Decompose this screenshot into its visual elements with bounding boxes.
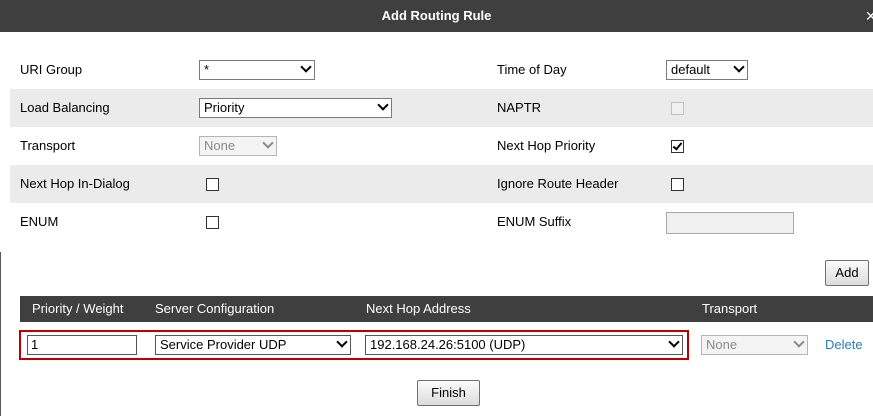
form-row-uri-group: URI Group * Time of Day default [10, 51, 873, 89]
chevron-down-icon [377, 99, 389, 111]
next-hop-in-dialog-checkbox[interactable] [206, 178, 219, 191]
next-hop-table-header: Priority / Weight Server Configuration N… [20, 296, 873, 322]
uri-group-select[interactable]: * [199, 60, 315, 80]
time-of-day-label: Time of Day [497, 62, 567, 77]
enum-suffix-label: ENUM Suffix [497, 214, 572, 229]
form-row-enum: ENUM ENUM Suffix [10, 203, 873, 241]
naptr-checkbox[interactable] [671, 102, 684, 115]
finish-button[interactable]: Finish [417, 380, 480, 406]
chevron-down-icon [262, 137, 274, 149]
priority-weight-input[interactable]: 1 [27, 335, 137, 355]
form-row-next-hop-in-dialog: Next Hop In-Dialog Ignore Route Header [10, 165, 873, 203]
uri-group-label: URI Group [20, 62, 83, 77]
load-balancing-select[interactable]: Priority [199, 98, 392, 118]
server-configuration-value: Service Provider UDP [160, 337, 287, 352]
header-priority-weight: Priority / Weight [32, 301, 124, 316]
enum-label: ENUM [20, 214, 59, 229]
row-transport-select[interactable]: None [701, 335, 808, 355]
delete-link[interactable]: Delete [825, 337, 863, 352]
routing-rule-form: URI Group * Time of Day default Load Bal… [0, 32, 873, 252]
form-row-transport: Transport None Next Hop Priority [10, 127, 873, 165]
form-row-load-balancing: Load Balancing Priority NAPTR [10, 89, 873, 127]
header-server-configuration: Server Configuration [155, 301, 275, 316]
time-of-day-select[interactable]: default [666, 60, 748, 80]
dialog-title: Add Routing Rule [381, 8, 492, 23]
enum-checkbox[interactable] [206, 216, 219, 229]
next-hop-priority-label: Next Hop Priority [497, 138, 596, 153]
transport-value: None [204, 138, 236, 153]
header-transport: Transport [702, 301, 758, 316]
chevron-down-icon [336, 336, 348, 348]
next-hop-address-value: 192.168.24.26:5100 (UDP) [370, 337, 526, 352]
dialog-title-bar: Add Routing Rule ✕ [0, 0, 873, 32]
checkmark-icon [672, 140, 683, 151]
row-transport-value: None [706, 337, 738, 352]
server-configuration-select[interactable]: Service Provider UDP [155, 335, 351, 355]
add-button[interactable]: Add [825, 260, 869, 286]
header-next-hop-address: Next Hop Address [366, 301, 471, 316]
chevron-down-icon [793, 336, 805, 348]
next-hop-priority-checkbox[interactable] [671, 140, 684, 153]
ignore-route-header-label: Ignore Route Header [497, 176, 619, 191]
time-of-day-value: default [671, 62, 711, 77]
chevron-down-icon [300, 61, 312, 73]
close-icon[interactable]: ✕ [865, 0, 873, 32]
transport-label: Transport [20, 138, 76, 153]
next-hop-address-select[interactable]: 192.168.24.26:5100 (UDP) [365, 335, 683, 355]
chevron-down-icon [733, 61, 745, 73]
ignore-route-header-checkbox[interactable] [671, 178, 684, 191]
enum-suffix-input[interactable] [666, 212, 794, 234]
transport-select[interactable]: None [199, 136, 277, 156]
next-hop-in-dialog-label: Next Hop In-Dialog [20, 176, 130, 191]
naptr-label: NAPTR [497, 100, 542, 115]
load-balancing-label: Load Balancing [20, 100, 110, 115]
load-balancing-value: Priority [204, 100, 245, 115]
uri-group-value: * [204, 62, 210, 77]
chevron-down-icon [668, 336, 680, 348]
